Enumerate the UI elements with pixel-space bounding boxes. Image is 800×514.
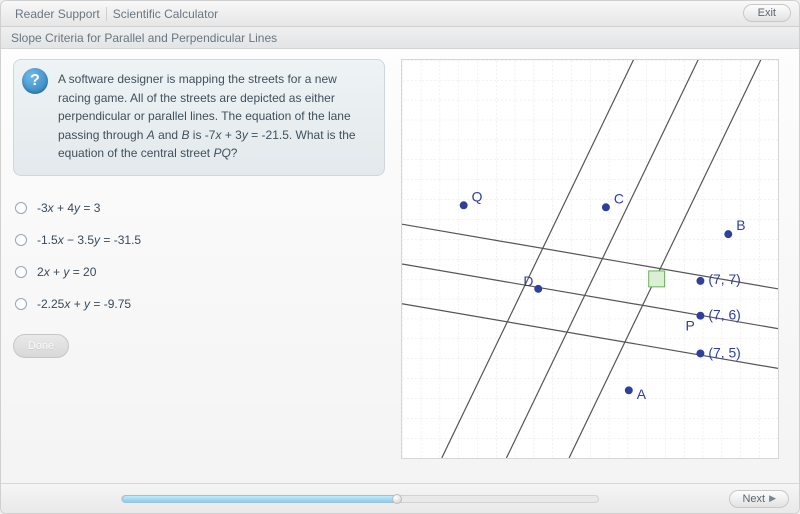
var-PQ: PQ — [213, 146, 230, 160]
titlebar: Reader Support Scientific Calculator Exi… — [1, 1, 799, 27]
left-column: ? A software designer is mapping the str… — [13, 59, 385, 479]
option-2[interactable]: -1.5x − 3.5y = -31.5 — [13, 224, 385, 256]
next-label: Next — [742, 493, 765, 505]
options-list: -3x + 4y = 3 -1.5x − 3.5y = -31.5 2x + y… — [13, 192, 385, 320]
option-3[interactable]: 2x + y = 20 — [13, 256, 385, 288]
radio-icon[interactable] — [15, 266, 27, 278]
app-window: Reader Support Scientific Calculator Exi… — [0, 0, 800, 514]
coord-7-7: (7, 7) — [708, 271, 740, 287]
point-label-A: A — [637, 386, 647, 402]
coord-7-6: (7, 6) — [708, 307, 740, 323]
scrollbar-knob-icon — [392, 494, 402, 504]
question-mark-icon: ? — [22, 68, 48, 94]
footer: Next ▶ — [1, 483, 799, 513]
point-label-D: D — [523, 273, 533, 289]
tab-reader-support[interactable]: Reader Support — [9, 7, 107, 21]
var-A: A — [147, 128, 155, 142]
radio-icon[interactable] — [15, 234, 27, 246]
scrollbar-thumb[interactable] — [122, 495, 398, 503]
question-text: and — [155, 128, 182, 142]
coordinate-graph: Q C B D P A (7, 7) (7, 6) (7, 5) — [401, 59, 779, 459]
option-1[interactable]: -3x + 4y = 3 — [13, 192, 385, 224]
option-label: -2.25x + y = -9.75 — [37, 297, 131, 311]
point-label-P: P — [685, 318, 694, 334]
content-area: ? A software designer is mapping the str… — [1, 49, 799, 483]
radio-icon[interactable] — [15, 298, 27, 310]
point-label-Q: Q — [472, 188, 483, 204]
question-box: ? A software designer is mapping the str… — [13, 59, 385, 176]
coord-7-5: (7, 5) — [708, 344, 740, 360]
radio-icon[interactable] — [15, 202, 27, 214]
option-4[interactable]: -2.25x + y = -9.75 — [13, 288, 385, 320]
right-column: Q C B D P A (7, 7) (7, 6) (7, 5) — [393, 59, 787, 479]
progress-scrollbar[interactable] — [121, 495, 599, 503]
point-label-C: C — [614, 190, 624, 206]
option-label: 2x + y = 20 — [37, 265, 96, 279]
question-text: is -7 — [189, 128, 215, 142]
question-text: ? — [231, 146, 238, 160]
point-label-B: B — [736, 217, 745, 233]
option-label: -3x + 4y = 3 — [37, 201, 100, 215]
option-label: -1.5x − 3.5y = -31.5 — [37, 233, 141, 247]
next-button[interactable]: Next ▶ — [729, 490, 789, 508]
question-text: + 3 — [221, 128, 241, 142]
exit-button[interactable]: Exit — [743, 4, 791, 22]
chevron-right-icon: ▶ — [769, 493, 776, 504]
lesson-title: Slope Criteria for Parallel and Perpendi… — [1, 27, 799, 49]
tab-scientific-calculator[interactable]: Scientific Calculator — [107, 7, 224, 21]
done-button[interactable]: Done — [13, 334, 69, 358]
